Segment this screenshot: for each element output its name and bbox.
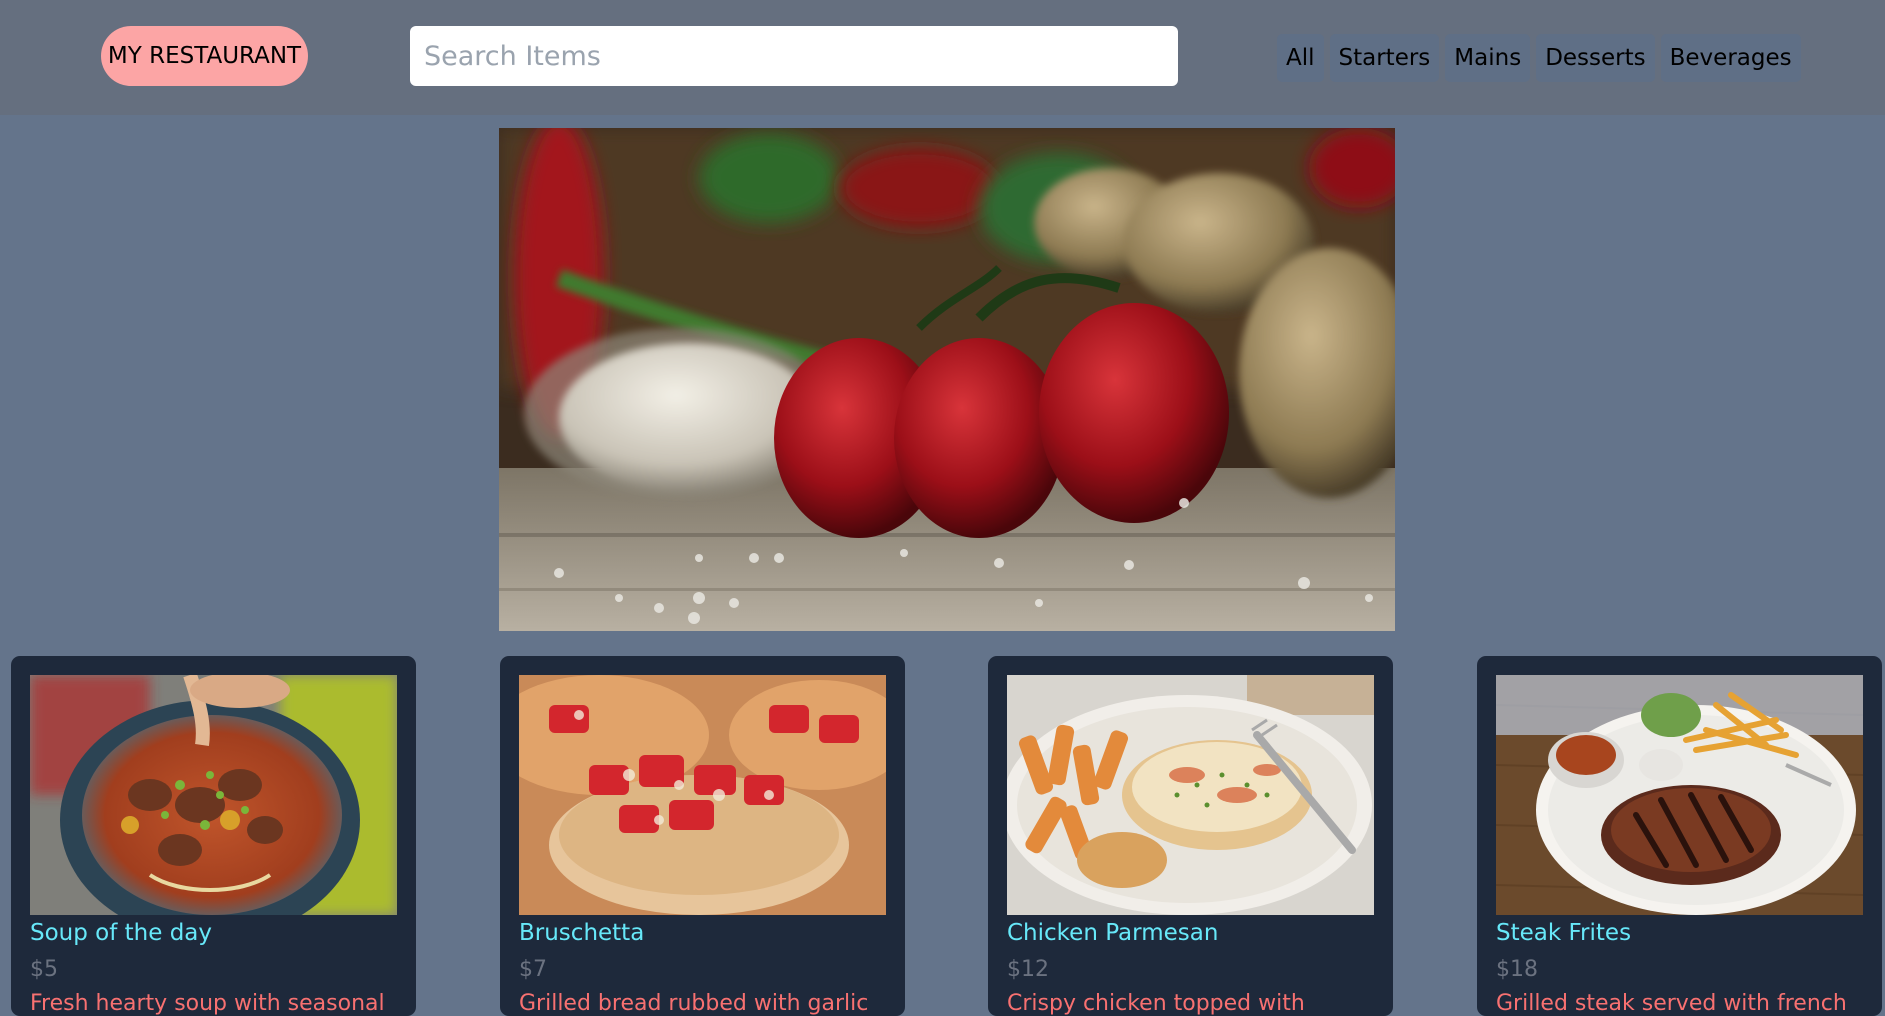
menu-item-price: $18	[1496, 957, 1538, 982]
menu-item-description: Grilled bread rubbed with garlic	[519, 991, 869, 1016]
steak-frites-image	[1496, 675, 1863, 915]
chicken-parmesan-image	[1007, 675, 1374, 915]
menu-card[interactable]: Bruschetta $7 Grilled bread rubbed with …	[500, 656, 905, 1016]
menu-card[interactable]: Steak Frites $18 Grilled steak served wi…	[1477, 656, 1882, 1016]
menu-item-image	[519, 675, 886, 915]
menu-item-image	[1496, 675, 1863, 915]
menu-item-name[interactable]: Steak Frites	[1496, 920, 1631, 946]
tab-beverages[interactable]: Beverages	[1660, 34, 1801, 82]
menu-item-price: $5	[30, 957, 58, 982]
menu-item-name[interactable]: Chicken Parmesan	[1007, 920, 1218, 946]
menu-item-price: $7	[519, 957, 547, 982]
menu-item-description: Crispy chicken topped with	[1007, 991, 1305, 1016]
search-box[interactable]	[410, 26, 1178, 86]
menu-item-name[interactable]: Soup of the day	[30, 920, 212, 946]
header-bar: MY RESTAURANT All Starters Mains Dessert…	[0, 0, 1885, 115]
menu-item-price: $12	[1007, 957, 1049, 982]
restaurant-logo-button[interactable]: MY RESTAURANT	[101, 26, 308, 86]
tab-starters[interactable]: Starters	[1329, 34, 1440, 82]
tab-mains[interactable]: Mains	[1445, 34, 1531, 82]
menu-item-description: Grilled steak served with french	[1496, 991, 1847, 1016]
hero-image	[499, 128, 1395, 631]
tab-desserts[interactable]: Desserts	[1536, 34, 1655, 82]
menu-item-image	[30, 675, 397, 915]
menu-card[interactable]: Chicken Parmesan $12 Crispy chicken topp…	[988, 656, 1393, 1016]
category-nav: All Starters Mains Desserts Beverages	[1277, 34, 1801, 82]
menu-item-description: Fresh hearty soup with seasonal	[30, 991, 385, 1016]
menu-card[interactable]: Soup of the day $5 Fresh hearty soup wit…	[11, 656, 416, 1016]
menu-item-image	[1007, 675, 1374, 915]
soup-image	[30, 675, 397, 915]
menu-item-name[interactable]: Bruschetta	[519, 920, 644, 946]
bruschetta-image	[519, 675, 886, 915]
hero-vegetables-illustration	[499, 128, 1395, 631]
search-input[interactable]	[422, 39, 1166, 73]
tab-all[interactable]: All	[1277, 34, 1324, 82]
